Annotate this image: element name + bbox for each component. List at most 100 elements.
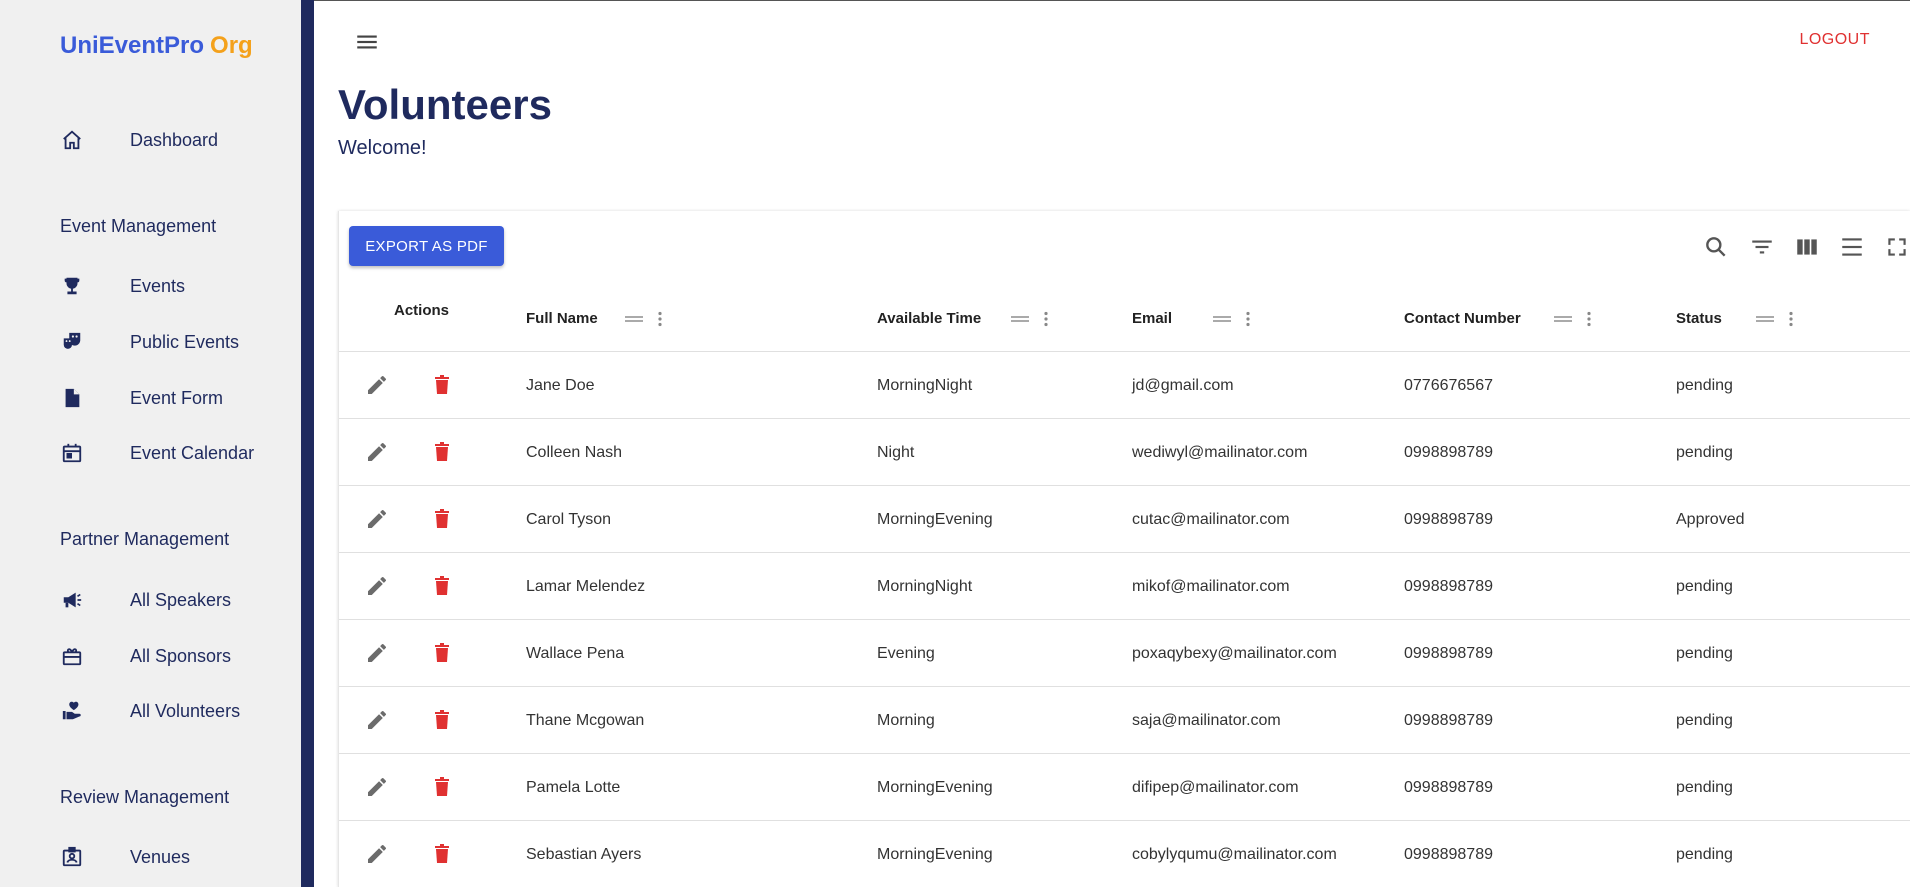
home-icon [60,128,84,152]
sidebar-item-label: Events [130,276,186,296]
sidebar-item-label: All Sponsors [130,646,232,666]
table-row: Pamela Lotte MorningEvening difipep@mail… [339,754,1910,821]
cell-full-name: Thane Mcgowan [526,712,645,729]
columns-icon[interactable] [1794,234,1820,260]
fullscreen-icon[interactable] [1884,234,1910,260]
delete-icon[interactable] [430,574,454,598]
sidebar-item-event-form[interactable]: Event Form [0,375,301,421]
edit-icon[interactable] [365,641,389,665]
delete-icon[interactable] [430,708,454,732]
theater-masks-icon [60,330,84,354]
edit-icon[interactable] [365,775,389,799]
calendar-icon [60,441,84,465]
table-row: Colleen Nash Night wediwyl@mailinator.co… [339,419,1910,486]
column-menu-icon[interactable] [1788,311,1794,327]
sidebar-item-label: Event Form [130,388,224,408]
sidebar-item-event-calendar[interactable]: Event Calendar [0,430,301,476]
sidebar-border [301,0,314,887]
cell-email: cutac@mailinator.com [1132,511,1290,528]
column-header-email[interactable]: Email [1132,286,1172,352]
delete-icon[interactable] [430,842,454,866]
drag-handle-icon[interactable] [1011,311,1029,327]
sidebar-item-venues[interactable]: Venues [0,834,301,880]
sidebar-item-label: Dashboard [130,130,219,150]
sidebar-item-dashboard[interactable]: Dashboard [0,117,301,163]
cell-contact-number: 0998898789 [1404,645,1493,662]
main-content: LOGOUT Volunteers Welcome! EXPORT AS PDF… [314,0,1910,887]
column-header-available-time[interactable]: Available Time [877,286,981,352]
filter-icon[interactable] [1749,234,1775,260]
cell-full-name: Sebastian Ayers [526,846,642,863]
cell-status: pending [1676,377,1733,394]
cell-email: saja@mailinator.com [1132,712,1281,729]
drag-handle-icon[interactable] [1213,311,1231,327]
cell-available-time: MorningEvening [877,511,993,528]
cell-status: pending [1676,712,1733,729]
brand-suffix: Org [210,32,253,59]
sidebar-item-public-events[interactable]: Public Events [0,319,301,365]
column-header-status[interactable]: Status [1676,286,1722,352]
column-menu-icon[interactable] [1043,311,1049,327]
document-icon [60,386,84,410]
cell-email: poxaqybexy@mailinator.com [1132,645,1337,662]
sidebar-item-events[interactable]: Events [0,263,301,309]
cell-contact-number: 0998898789 [1404,578,1493,595]
density-icon[interactable] [1839,234,1865,260]
cell-status: pending [1676,444,1733,461]
cell-contact-number: 0998898789 [1404,779,1493,796]
cell-contact-number: 0998898789 [1404,712,1493,729]
delete-icon[interactable] [430,440,454,464]
cell-email: mikof@mailinator.com [1132,578,1290,595]
column-header-full-name[interactable]: Full Name [526,286,598,352]
edit-icon[interactable] [365,440,389,464]
table-row: Wallace Pena Evening poxaqybexy@mailinat… [339,620,1910,687]
sidebar-item-label: Venues [130,847,191,867]
cell-email: difipep@mailinator.com [1132,779,1299,796]
drag-handle-icon[interactable] [1554,311,1572,327]
cell-available-time: Night [877,444,915,461]
cell-full-name: Wallace Pena [526,645,625,662]
sidebar-item-all-speakers[interactable]: All Speakers [0,577,301,623]
drag-handle-icon[interactable] [1756,311,1774,327]
edit-icon[interactable] [365,373,389,397]
cell-full-name: Jane Doe [526,377,595,394]
table-row: Lamar Melendez MorningNight mikof@mailin… [339,553,1910,620]
sidebar-item-all-volunteers[interactable]: All Volunteers [0,688,301,734]
cell-full-name: Lamar Melendez [526,578,646,595]
edit-icon[interactable] [365,574,389,598]
column-menu-icon[interactable] [657,311,663,327]
delete-icon[interactable] [430,507,454,531]
cell-full-name: Pamela Lotte [526,779,621,796]
edit-icon[interactable] [365,842,389,866]
search-icon[interactable] [1703,234,1729,260]
delete-icon[interactable] [430,775,454,799]
trophy-icon [60,274,84,298]
delete-icon[interactable] [430,641,454,665]
sidebar-item-all-sponsors[interactable]: All Sponsors [0,633,301,679]
cell-available-time: Evening [877,645,935,662]
export-pdf-button[interactable]: EXPORT AS PDF [349,226,504,266]
sidebar-item-label: Public Events [130,332,240,352]
column-menu-icon[interactable] [1245,311,1251,327]
megaphone-icon [60,588,84,612]
brand-name: UniEventPro [60,32,205,59]
sidebar-item-label: Event Calendar [130,443,255,463]
logout-button[interactable]: LOGOUT [1799,31,1870,49]
badge-icon [60,845,84,869]
cell-available-time: Morning [877,712,935,729]
page-title: Volunteers [338,81,552,128]
edit-icon[interactable] [365,708,389,732]
menu-icon[interactable] [354,29,380,55]
cell-status: pending [1676,578,1733,595]
column-menu-icon[interactable] [1586,311,1592,327]
table-row: Sebastian Ayers MorningEvening cobylyqum… [339,821,1910,887]
brand-logo[interactable]: UniEventPro Org [60,32,253,60]
volunteers-table-card: EXPORT AS PDF Actions Full Name Availabl… [338,211,1910,887]
cell-status: pending [1676,846,1733,863]
cell-status: pending [1676,779,1733,796]
drag-handle-icon[interactable] [625,311,643,327]
edit-icon[interactable] [365,507,389,531]
page-subtitle: Welcome! [338,137,427,159]
column-header-contact-number[interactable]: Contact Number [1404,286,1521,352]
delete-icon[interactable] [430,373,454,397]
